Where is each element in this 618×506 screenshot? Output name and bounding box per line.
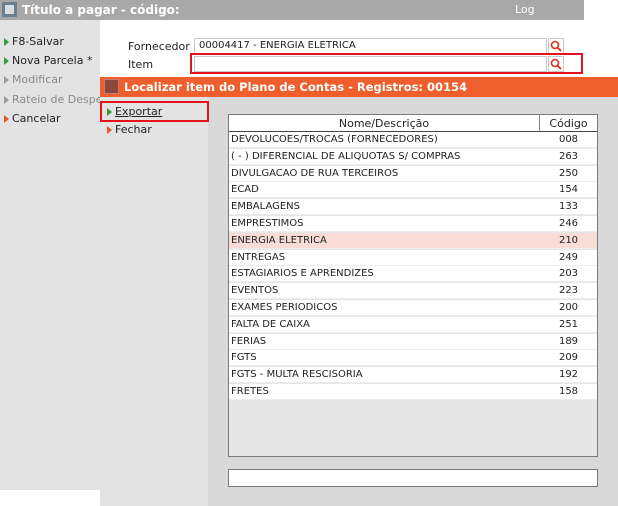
cancelar-label: Cancelar: [12, 112, 61, 125]
row-name-cell: DEVOLUCOES/TROCAS (FORNECEDORES): [231, 134, 438, 145]
row-name-cell: DIVULGACAO DE RUA TERCEIROS: [231, 167, 399, 179]
row-name-cell: EMBALAGENS: [231, 201, 301, 213]
modificar-button[interactable]: Modificar: [4, 72, 63, 88]
arrow-icon: [107, 108, 112, 116]
row-code-cell: 246: [558, 218, 579, 229]
row-name-cell: EMPRESTIMOS: [231, 218, 304, 229]
window-title-bar: Título a pagar - código: Log: [0, 0, 584, 20]
table-row[interactable]: EMBALAGENS 133: [229, 199, 597, 216]
left-command-panel: F8-Salvar Nova Parcela * Modificar Ratei…: [0, 20, 121, 490]
row-code-cell: 203: [558, 268, 579, 280]
arrow-icon: [4, 115, 9, 123]
modificar-label: Modificar: [12, 73, 63, 86]
row-name-cell: FERIAS: [231, 335, 267, 347]
arrow-icon: [107, 126, 112, 134]
row-name-cell: FRETES: [231, 386, 269, 397]
arrow-icon: [4, 76, 9, 84]
fornecedor-field[interactable]: 00004417 - ENERGIA ELETRICA: [194, 38, 547, 54]
row-code-cell: 154: [558, 184, 579, 196]
table-row[interactable]: FGTS - MULTA RESCISORIA 192: [229, 367, 597, 384]
arrow-icon: [4, 38, 9, 46]
row-name-cell: ECAD: [231, 184, 259, 196]
row-code-cell: 189: [558, 335, 579, 347]
row-name-cell: FALTA DE CAIXA: [231, 318, 310, 330]
row-code-cell: 192: [558, 369, 579, 381]
row-code-cell: 250: [558, 167, 579, 179]
row-code-cell: 133: [558, 201, 579, 213]
window-title: Título a pagar - código:: [22, 3, 180, 17]
row-code-cell: 249: [558, 251, 579, 263]
exportar-label: Exportar: [115, 105, 163, 118]
table-row[interactable]: ESTAGIARIOS E APRENDIZES 203: [229, 266, 597, 283]
table-row[interactable]: FALTA DE CAIXA 251: [229, 316, 597, 333]
salvar-button[interactable]: F8-Salvar: [4, 34, 64, 50]
row-name-cell: EVENTOS: [231, 285, 279, 297]
row-name-cell: ESTAGIARIOS E APRENDIZES: [231, 268, 374, 280]
table-row[interactable]: EXAMES PERIODICOS 200: [229, 300, 597, 316]
item-field[interactable]: [194, 56, 547, 72]
grid-search-input[interactable]: [228, 469, 598, 487]
row-code-cell: 263: [558, 150, 579, 162]
fechar-button[interactable]: Fechar: [107, 122, 152, 138]
row-name-cell: FGTS: [231, 352, 257, 364]
cancelar-button[interactable]: Cancelar: [4, 111, 61, 127]
table-row[interactable]: EMPRESTIMOS 246: [229, 216, 597, 232]
search-icon: [550, 40, 562, 52]
table-row[interactable]: DEVOLUCOES/TROCAS (FORNECEDORES) 008: [229, 132, 597, 148]
row-name-cell: ENTREGAS: [231, 251, 286, 263]
row-name-cell: EXAMES PERIODICOS: [231, 302, 338, 313]
table-row[interactable]: ( - ) DIFERENCIAL DE ALIQUOTAS S/ COMPRA…: [229, 148, 597, 165]
table-row[interactable]: FRETES 158: [229, 384, 597, 400]
row-code-cell: 251: [558, 318, 579, 330]
row-name-cell: ( - ) DIFERENCIAL DE ALIQUOTAS S/ COMPRA…: [231, 150, 461, 162]
table-row[interactable]: ENERGIA ELETRICA 210: [229, 232, 597, 249]
item-search-button[interactable]: [548, 56, 564, 72]
search-icon: [550, 58, 562, 70]
row-code-cell: 008: [558, 134, 579, 145]
table-row[interactable]: FERIAS 189: [229, 333, 597, 350]
row-code-cell: 209: [558, 352, 579, 364]
exportar-button[interactable]: Exportar: [107, 104, 162, 120]
dialog-title-bar: Localizar item do Plano de Contas - Regi…: [100, 77, 618, 97]
table-row[interactable]: FGTS 209: [229, 350, 597, 367]
row-code-cell: 223: [558, 285, 579, 297]
table-row[interactable]: ECAD 154: [229, 182, 597, 199]
fechar-label: Fechar: [115, 123, 152, 136]
dialog-title: Localizar item do Plano de Contas - Regi…: [124, 80, 468, 94]
log-link[interactable]: Log: [515, 3, 535, 16]
salvar-label: F8-Salvar: [12, 35, 64, 48]
arrow-icon: [4, 96, 9, 104]
nova-parcela-button[interactable]: Nova Parcela *: [4, 53, 92, 69]
fornecedor-search-button[interactable]: [548, 38, 564, 54]
row-name-cell: ENERGIA ELETRICA: [231, 234, 327, 246]
window-icon: [2, 2, 17, 17]
fornecedor-label: Fornecedor: [128, 40, 190, 53]
row-name-cell: FGTS - MULTA RESCISORIA: [231, 369, 363, 381]
item-label: Item: [128, 58, 154, 71]
table-row[interactable]: DIVULGACAO DE RUA TERCEIROS 250: [229, 165, 597, 182]
table-row[interactable]: EVENTOS 223: [229, 283, 597, 300]
table-row[interactable]: ENTREGAS 249: [229, 249, 597, 266]
arrow-icon: [4, 57, 9, 65]
row-code-cell: 210: [558, 234, 579, 246]
dialog-icon: [104, 79, 119, 94]
row-code-cell: 200: [558, 302, 579, 313]
nova-parcela-label: Nova Parcela *: [12, 54, 93, 67]
row-code-cell: 158: [558, 386, 579, 397]
column-header-code[interactable]: Código: [540, 115, 597, 132]
column-header-name[interactable]: Nome/Descrição: [229, 115, 540, 132]
accounts-grid: Nome/Descrição Código DEVOLUCOES/TROCAS …: [228, 114, 598, 457]
